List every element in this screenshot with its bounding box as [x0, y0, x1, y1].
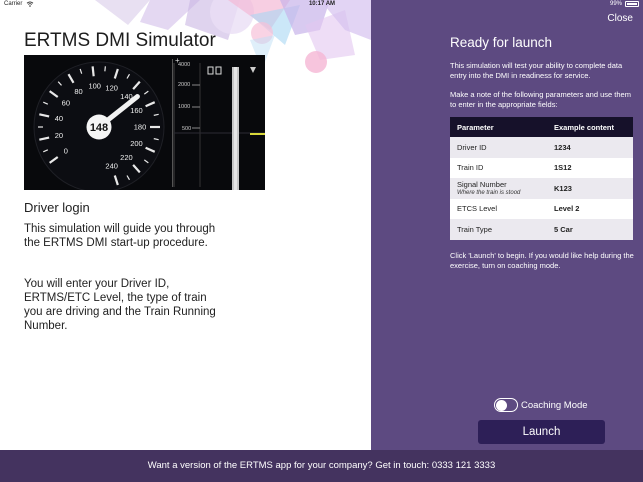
parameter-name: Signal Number: [457, 180, 507, 190]
intro-paragraph: This simulation will guide you through t…: [24, 223, 216, 249]
planning-distance-label: 4000: [178, 62, 190, 68]
parameter-hint: Where the train is stood: [457, 190, 521, 197]
parameter-cell: Signal Number Where the train is stood: [450, 178, 547, 199]
gauge-label: 20: [55, 131, 63, 140]
parameter-value: 1S12: [547, 157, 633, 178]
detail-paragraph: You will enter your Driver ID, ERTMS/ETC…: [24, 278, 216, 332]
app-title: ERTMS DMI Simulator: [24, 30, 216, 51]
gauge-label: 240: [105, 161, 118, 170]
gauge-label: 220: [120, 153, 133, 162]
planning-distance-label: 1000: [178, 104, 190, 110]
launch-panel: Close Ready for launch This simulation w…: [371, 0, 643, 450]
close-button[interactable]: Close: [607, 13, 633, 24]
battery-icon: [625, 1, 639, 7]
wifi-icon: [26, 1, 34, 7]
panel-title: Ready for launch: [450, 35, 553, 50]
left-panel: ERTMS DMI Simulator 0 20 40 60 80 100 120 140 16…: [0, 0, 371, 450]
parameter-name: Train ID: [450, 157, 547, 178]
gauge-label: 180: [134, 123, 147, 132]
column-header-example: Example content: [547, 117, 633, 137]
table-row: Train Type 5 Car: [450, 219, 633, 240]
coaching-mode-control: Coaching Mode: [494, 398, 588, 412]
parameter-name: Train Type: [450, 219, 547, 240]
panel-description: This simulation will test your ability t…: [450, 61, 623, 80]
planning-distance-label: 500: [182, 126, 191, 132]
column-header-parameter: Parameter: [450, 117, 547, 137]
driver-login-heading: Driver login: [24, 200, 90, 215]
battery-status: 99%: [610, 1, 639, 7]
table-row: ETCS Level Level 2: [450, 198, 633, 219]
speed-gauge: 020406080100 120140160180200220240148: [33, 61, 165, 190]
parameters-note: Make a note of the following parameters …: [450, 90, 631, 109]
gauge-tick: [91, 66, 95, 77]
table-row: Train ID 1S12: [450, 157, 633, 178]
parameter-name: ETCS Level: [450, 198, 547, 219]
speed-readout: 148: [90, 122, 108, 134]
planning-distance-label: 2000: [178, 82, 190, 88]
gauge-label: 40: [55, 114, 63, 123]
toggle-knob: [495, 399, 507, 411]
gauge-label: 60: [62, 98, 70, 107]
table-header-row: Parameter Example content: [450, 117, 633, 137]
status-time: 10:17 AM: [308, 1, 336, 7]
parameters-table: Parameter Example content Driver ID 1234…: [450, 117, 633, 240]
gauge-label: 160: [130, 106, 143, 115]
launch-button[interactable]: Launch: [478, 420, 605, 444]
status-bar: Carrier 10:17 AM 99%: [0, 0, 643, 10]
gauge-tick: [104, 66, 106, 72]
gauge-label: 0: [64, 147, 68, 156]
launch-instructions: Click 'Launch' to begin. If you would li…: [450, 251, 634, 270]
coaching-mode-label: Coaching Mode: [521, 399, 588, 411]
table-row: Driver ID 1234: [450, 137, 633, 158]
parameter-name: Driver ID: [450, 137, 547, 158]
parameter-value: 1234: [547, 137, 633, 158]
carrier-label: Carrier: [4, 1, 23, 7]
coaching-mode-toggle[interactable]: [494, 398, 518, 412]
battery-percent: 99%: [609, 1, 622, 7]
parameter-value: K123: [547, 178, 633, 199]
parameter-value: Level 2: [547, 198, 633, 219]
gauge-label: 200: [130, 139, 143, 148]
gauge-label: 80: [74, 87, 82, 96]
gauge-label: 120: [105, 84, 118, 93]
parameter-value: 5 Car: [547, 219, 633, 240]
table-row: Signal Number Where the train is stood K…: [450, 178, 633, 199]
dmi-preview-image: 020406080100 120140160180200220240148 + 4…: [24, 55, 265, 190]
footer-banner[interactable]: Want a version of the ERTMS app for your…: [0, 450, 643, 482]
gauge-label: 100: [88, 82, 101, 91]
